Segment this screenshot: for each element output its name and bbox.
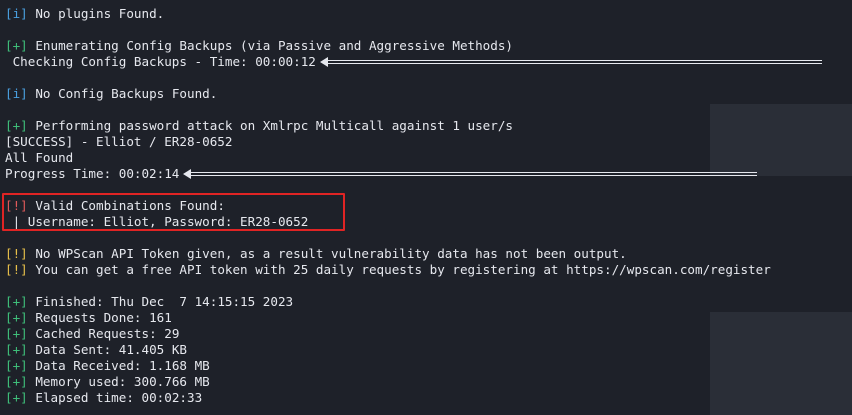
terminal-line: Checking Config Backups - Time: 00:00:12	[5, 54, 822, 70]
terminal-line: [i] No Config Backups Found.	[5, 86, 217, 102]
line-text: Checking Config Backups - Time: 00:00:12	[5, 54, 316, 69]
line-text: All Found	[5, 150, 74, 165]
left-arrow-bar-icon	[319, 57, 822, 67]
terminal-line: Progress Time: 00:02:14	[5, 166, 758, 182]
terminal-line: [+] Enumerating Config Backups (via Pass…	[5, 38, 513, 54]
left-arrow-bar-icon	[183, 169, 758, 179]
line-text: You can get a free API token with 25 dai…	[35, 262, 771, 277]
line-text: Finished: Thu Dec 7 14:15:15 2023	[35, 294, 294, 309]
terminal-line: [SUCCESS] - Elliot / ER28-0652	[5, 134, 232, 150]
terminal-line: [+] Finished: Thu Dec 7 14:15:15 2023	[5, 294, 293, 310]
terminal-line: [+] Elapsed time: 00:02:33	[5, 390, 202, 406]
terminal-line: [+] Memory used: 300.766 MB	[5, 374, 210, 390]
plus-tag: [+]	[5, 118, 28, 133]
plus-tag: [+]	[5, 294, 28, 309]
credentials-highlight-box	[2, 193, 345, 231]
terminal-line: [!] You can get a free API token with 25…	[5, 262, 771, 278]
line-text: No WPScan API Token given, as a result v…	[35, 246, 627, 261]
terminal-line: [+] Cached Requests: 29	[5, 326, 179, 342]
line-text: Performing password attack on Xmlrpc Mul…	[35, 118, 514, 133]
line-text: Data Received: 1.168 MB	[35, 358, 210, 373]
terminal-line: [+] Data Received: 1.168 MB	[5, 358, 210, 374]
info-tag: [i]	[5, 86, 28, 101]
plus-tag: [+]	[5, 326, 28, 341]
line-text: No plugins Found.	[35, 6, 165, 21]
line-text: Enumerating Config Backups (via Passive …	[35, 38, 514, 53]
warn-tag: [!]	[5, 246, 28, 261]
plus-tag: [+]	[5, 358, 28, 373]
line-text: Elapsed time: 00:02:33	[35, 390, 203, 405]
line-text: [SUCCESS] - Elliot / ER28-0652	[5, 134, 233, 149]
line-text: No Config Backups Found.	[35, 86, 218, 101]
terminal-line: [+] Performing password attack on Xmlrpc…	[5, 118, 513, 134]
plus-tag: [+]	[5, 374, 28, 389]
line-text: Progress Time: 00:02:14	[5, 166, 180, 181]
terminal-line: [+] Requests Done: 161	[5, 310, 172, 326]
line-text: Memory used: 300.766 MB	[35, 374, 210, 389]
warn-tag: [!]	[5, 262, 28, 277]
line-text: Cached Requests: 29	[35, 326, 180, 341]
terminal-line: [+] Data Sent: 41.405 KB	[5, 342, 187, 358]
terminal-line: [i] No plugins Found.	[5, 6, 164, 22]
plus-tag: [+]	[5, 38, 28, 53]
plus-tag: [+]	[5, 310, 28, 325]
line-text: Requests Done: 161	[35, 310, 172, 325]
line-text: Data Sent: 41.405 KB	[35, 342, 187, 357]
plus-tag: [+]	[5, 342, 28, 357]
plus-tag: [+]	[5, 390, 28, 405]
terminal-line: All Found	[5, 150, 73, 166]
info-tag: [i]	[5, 6, 28, 21]
terminal-line: [!] No WPScan API Token given, as a resu…	[5, 246, 627, 262]
